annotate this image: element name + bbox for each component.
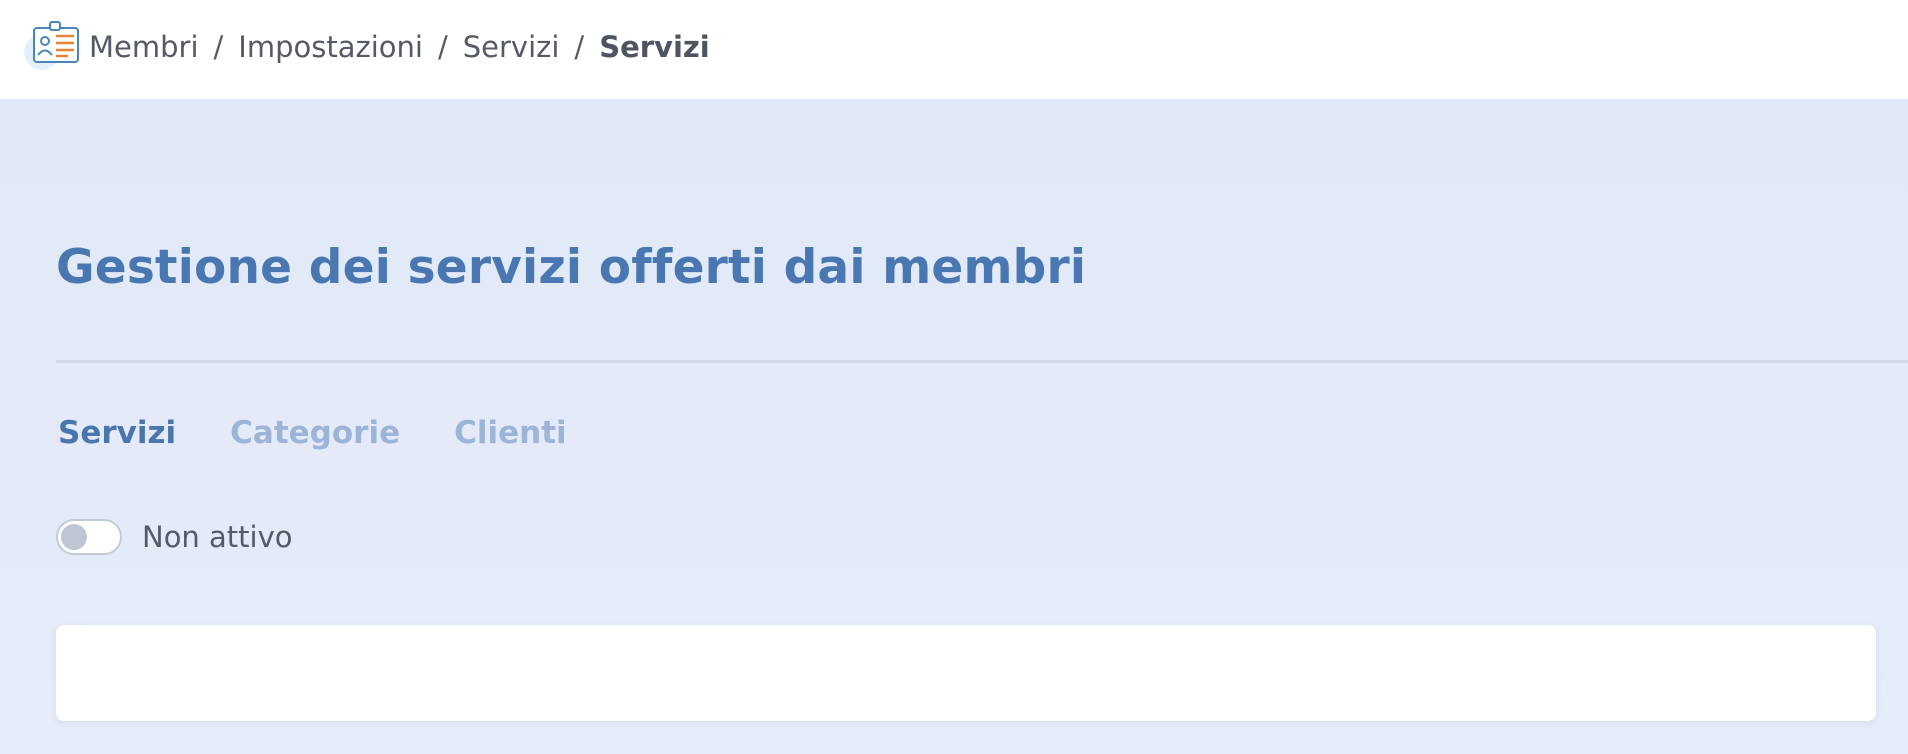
content-panel	[56, 625, 1876, 721]
active-toggle[interactable]	[56, 519, 122, 555]
tab-bar: Servizi Categorie Clienti	[58, 410, 567, 456]
breadcrumb-separator: /	[574, 30, 585, 64]
tab-categorie[interactable]: Categorie	[230, 415, 400, 451]
page-title: Gestione dei servizi offerti dai membri	[56, 240, 1087, 295]
breadcrumb-current: Servizi	[599, 30, 710, 64]
title-divider	[56, 360, 1908, 363]
toggle-label: Non attivo	[142, 520, 293, 554]
member-card-icon[interactable]	[22, 18, 84, 74]
toggle-knob	[61, 524, 87, 550]
breadcrumb-separator: /	[213, 30, 224, 64]
breadcrumb-item-servizi[interactable]: Servizi	[463, 30, 560, 64]
breadcrumb-item-membri[interactable]: Membri	[89, 30, 199, 64]
top-bar: Membri / Impostazioni / Servizi / Serviz…	[0, 0, 1908, 99]
tab-clienti[interactable]: Clienti	[454, 415, 567, 451]
active-toggle-row: Non attivo	[56, 516, 293, 558]
breadcrumb-separator: /	[437, 30, 448, 64]
breadcrumb: Membri / Impostazioni / Servizi / Serviz…	[89, 24, 710, 70]
breadcrumb-item-impostazioni[interactable]: Impostazioni	[238, 30, 423, 64]
tab-servizi[interactable]: Servizi	[58, 415, 176, 451]
